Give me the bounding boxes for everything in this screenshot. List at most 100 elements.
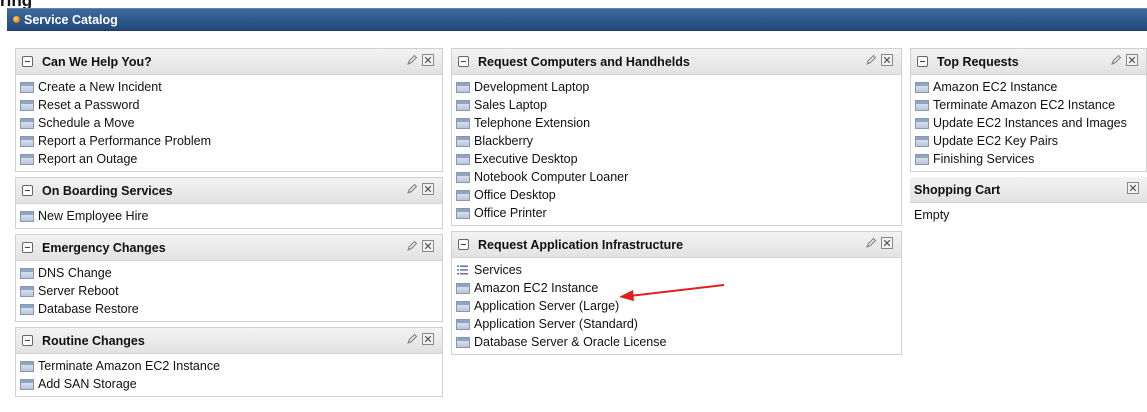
list-item[interactable]: Office Printer [456, 204, 897, 222]
list-item[interactable]: Sales Laptop [456, 96, 897, 114]
item-label: New Employee Hire [38, 209, 149, 223]
list-item[interactable]: Add SAN Storage [20, 375, 438, 393]
item-label: Notebook Computer Loaner [474, 170, 629, 184]
list-item[interactable]: Blackberry [456, 132, 897, 150]
list-item[interactable]: New Employee Hire [20, 207, 438, 225]
pencil-icon[interactable] [406, 333, 418, 345]
item-label: Server Reboot [38, 284, 119, 298]
list-item[interactable]: Update EC2 Instances and Images [915, 114, 1142, 132]
panel-on-boarding: On Boarding Services New Employee Hire [15, 177, 443, 229]
list-item[interactable]: Office Desktop [456, 186, 897, 204]
item-label: Add SAN Storage [38, 377, 137, 391]
item-label: Report a Performance Problem [38, 134, 211, 148]
collapse-toggle-icon[interactable] [458, 239, 469, 250]
item-label: Office Printer [474, 206, 547, 220]
panel-title: Shopping Cart [914, 182, 1001, 197]
list-item-amazon-ec2-instance[interactable]: Amazon EC2 Instance [456, 279, 897, 297]
pencil-icon[interactable] [406, 240, 418, 252]
collapse-toggle-icon[interactable] [22, 335, 33, 346]
catalog-item-icon [20, 117, 34, 129]
catalog-item-icon [915, 135, 929, 147]
collapse-toggle-icon[interactable] [22, 242, 33, 253]
column-right: Top Requests Amazon EC2 Instance Termina… [910, 48, 1147, 232]
close-box-icon[interactable] [1127, 182, 1139, 194]
close-box-icon[interactable] [881, 54, 893, 66]
catalog-item-icon [20, 285, 34, 297]
list-item[interactable]: Finishing Services [915, 150, 1142, 168]
panel-header: Top Requests [911, 49, 1146, 75]
catalog-item-icon [456, 336, 470, 348]
panel-header: Emergency Changes [16, 235, 442, 261]
list-item[interactable]: Reset a Password [20, 96, 438, 114]
catalog-item-icon [456, 207, 470, 219]
list-item[interactable]: Application Server (Standard) [456, 315, 897, 333]
pencil-icon[interactable] [865, 237, 877, 249]
panel-title: Emergency Changes [42, 240, 166, 255]
catalog-item-icon [20, 135, 34, 147]
collapse-toggle-icon[interactable] [22, 185, 33, 196]
panel-request-app-infrastructure: Request Application Infrastructure Servi… [451, 231, 902, 355]
close-box-icon[interactable] [422, 333, 434, 345]
list-item[interactable]: Schedule a Move [20, 114, 438, 132]
catalog-item-icon [456, 318, 470, 330]
list-item[interactable]: Report an Outage [20, 150, 438, 168]
catalog-item-icon [456, 153, 470, 165]
catalog-item-icon [20, 210, 34, 222]
item-label: Development Laptop [474, 80, 590, 94]
list-item[interactable]: Terminate Amazon EC2 Instance [915, 96, 1142, 114]
list-item[interactable]: Report a Performance Problem [20, 132, 438, 150]
close-box-icon[interactable] [881, 237, 893, 249]
close-box-icon[interactable] [422, 240, 434, 252]
catalog-item-icon [456, 171, 470, 183]
list-item[interactable]: Executive Desktop [456, 150, 897, 168]
list-item[interactable]: Application Server (Large) [456, 297, 897, 315]
list-item[interactable]: Notebook Computer Loaner [456, 168, 897, 186]
close-box-icon[interactable] [422, 54, 434, 66]
collapse-toggle-icon[interactable] [917, 56, 928, 67]
list-item[interactable]: Telephone Extension [456, 114, 897, 132]
item-label: Database Server & Oracle License [474, 335, 667, 349]
collapse-toggle-icon[interactable] [22, 56, 33, 67]
list-item[interactable]: Database Server & Oracle License [456, 333, 897, 351]
pencil-icon[interactable] [865, 54, 877, 66]
list-item[interactable]: Terminate Amazon EC2 Instance [20, 357, 438, 375]
item-label: Report an Outage [38, 152, 138, 166]
pencil-icon[interactable] [1110, 54, 1122, 66]
list-item[interactable]: DNS Change [20, 264, 438, 282]
panel-top-requests: Top Requests Amazon EC2 Instance Termina… [910, 48, 1147, 172]
catalog-item-icon [20, 99, 34, 111]
catalog-item-icon [456, 81, 470, 93]
catalog-item-icon [20, 378, 34, 390]
item-label: Terminate Amazon EC2 Instance [38, 359, 221, 373]
catalog-bullet-icon [13, 16, 20, 23]
column-left: Can We Help You? Create a New Incident R… [15, 48, 443, 402]
panel-header: Can We Help You? [16, 49, 442, 75]
item-label: Application Server (Large) [474, 299, 620, 313]
list-item[interactable]: Create a New Incident [20, 78, 438, 96]
collapse-toggle-icon[interactable] [458, 56, 469, 67]
catalog-item-icon [915, 153, 929, 165]
pencil-icon[interactable] [406, 183, 418, 195]
item-label: Update EC2 Key Pairs [933, 134, 1059, 148]
catalog-item-icon [915, 81, 929, 93]
close-box-icon[interactable] [422, 183, 434, 195]
item-label: Terminate Amazon EC2 Instance [933, 98, 1116, 112]
list-item[interactable]: Amazon EC2 Instance [915, 78, 1142, 96]
item-label: Reset a Password [38, 98, 140, 112]
category-item-services[interactable]: Services [456, 261, 897, 279]
list-item[interactable]: Development Laptop [456, 78, 897, 96]
list-item[interactable]: Update EC2 Key Pairs [915, 132, 1142, 150]
list-item[interactable]: Database Restore [20, 300, 438, 318]
service-catalog-banner: Service Catalog [7, 8, 1147, 31]
panel-title: Top Requests [937, 54, 1019, 69]
list-item[interactable]: Server Reboot [20, 282, 438, 300]
item-label: Schedule a Move [38, 116, 135, 130]
pencil-icon[interactable] [406, 54, 418, 66]
close-box-icon[interactable] [1126, 54, 1138, 66]
catalog-item-icon [456, 117, 470, 129]
panel-title: Can We Help You? [42, 54, 152, 69]
item-label: Database Restore [38, 302, 139, 316]
catalog-item-icon [20, 81, 34, 93]
item-label: Amazon EC2 Instance [474, 281, 599, 295]
item-label: Telephone Extension [474, 116, 591, 130]
